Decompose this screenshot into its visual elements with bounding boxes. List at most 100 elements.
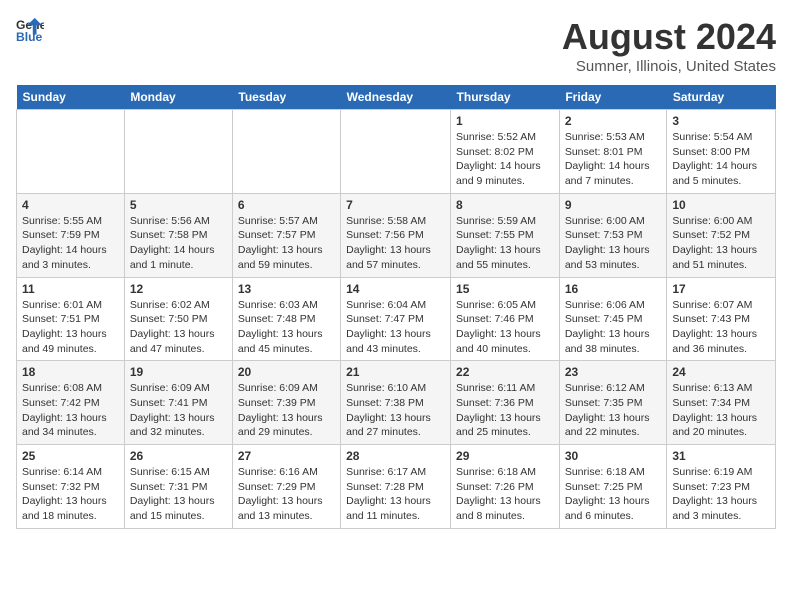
day-number: 4: [22, 198, 119, 212]
day-info: Sunrise: 6:19 AM Sunset: 7:23 PM Dayligh…: [672, 465, 770, 524]
calendar-cell: 2 Sunrise: 5:53 AM Sunset: 8:01 PM Daylig…: [559, 110, 667, 194]
day-number: 26: [130, 449, 227, 463]
calendar-cell: 7 Sunrise: 5:58 AM Sunset: 7:56 PM Daylig…: [341, 193, 451, 277]
week-row-2: 4Sunrise: 5:55 AM Sunset: 7:59 PM Daylig…: [17, 193, 776, 277]
column-header-tuesday: Tuesday: [232, 85, 340, 110]
column-header-sunday: Sunday: [17, 85, 125, 110]
day-info: Sunrise: 6:18 AM Sunset: 7:25 PM Dayligh…: [565, 465, 662, 524]
day-info: Sunrise: 6:12 AM Sunset: 7:35 PM Dayligh…: [565, 381, 662, 440]
header-row: SundayMondayTuesdayWednesdayThursdayFrid…: [17, 85, 776, 110]
column-header-thursday: Thursday: [451, 85, 560, 110]
day-info: Sunrise: 5:53 AM Sunset: 8:01 PM Dayligh…: [565, 130, 662, 189]
day-info: Sunrise: 6:02 AM Sunset: 7:50 PM Dayligh…: [130, 298, 227, 357]
calendar-cell: 31 Sunrise: 6:19 AM Sunset: 7:23 PM Dayli…: [667, 445, 776, 529]
day-number: 19: [130, 365, 227, 379]
calendar-cell: 8Sunrise: 5:59 AM Sunset: 7:55 PM Daylig…: [451, 193, 560, 277]
calendar-cell: [124, 110, 232, 194]
day-number: 25: [22, 449, 119, 463]
calendar-cell: 23 Sunrise: 6:12 AM Sunset: 7:35 PM Dayli…: [559, 361, 667, 445]
calendar-cell: 28Sunrise: 6:17 AM Sunset: 7:28 PM Dayli…: [341, 445, 451, 529]
calendar-cell: [341, 110, 451, 194]
day-number: 21: [346, 365, 445, 379]
calendar-cell: 6 Sunrise: 5:57 AM Sunset: 7:57 PM Daylig…: [232, 193, 340, 277]
calendar-cell: 21 Sunrise: 6:10 AM Sunset: 7:38 PM Dayli…: [341, 361, 451, 445]
column-header-friday: Friday: [559, 85, 667, 110]
day-number: 30: [565, 449, 662, 463]
day-info: Sunrise: 6:11 AM Sunset: 7:36 PM Dayligh…: [456, 381, 554, 440]
day-number: 6: [238, 198, 335, 212]
day-number: 5: [130, 198, 227, 212]
week-row-5: 25 Sunrise: 6:14 AM Sunset: 7:32 PM Dayli…: [17, 445, 776, 529]
subtitle: Sumner, Illinois, United States: [562, 58, 776, 75]
column-header-wednesday: Wednesday: [341, 85, 451, 110]
column-header-monday: Monday: [124, 85, 232, 110]
calendar-cell: 11Sunrise: 6:01 AM Sunset: 7:51 PM Dayli…: [17, 277, 125, 361]
calendar-cell: 13 Sunrise: 6:03 AM Sunset: 7:48 PM Dayli…: [232, 277, 340, 361]
day-info: Sunrise: 6:13 AM Sunset: 7:34 PM Dayligh…: [672, 381, 770, 440]
day-info: Sunrise: 6:15 AM Sunset: 7:31 PM Dayligh…: [130, 465, 227, 524]
svg-text:Blue: Blue: [16, 30, 43, 44]
logo: General Blue: [16, 16, 44, 44]
calendar-cell: 16Sunrise: 6:06 AM Sunset: 7:45 PM Dayli…: [559, 277, 667, 361]
day-number: 3: [672, 114, 770, 128]
calendar-cell: 15 Sunrise: 6:05 AM Sunset: 7:46 PM Dayli…: [451, 277, 560, 361]
day-info: Sunrise: 5:56 AM Sunset: 7:58 PM Dayligh…: [130, 214, 227, 273]
day-number: 31: [672, 449, 770, 463]
calendar-cell: 20 Sunrise: 6:09 AM Sunset: 7:39 PM Dayli…: [232, 361, 340, 445]
day-info: Sunrise: 6:16 AM Sunset: 7:29 PM Dayligh…: [238, 465, 335, 524]
day-number: 23: [565, 365, 662, 379]
day-number: 11: [22, 282, 119, 296]
day-info: Sunrise: 6:05 AM Sunset: 7:46 PM Dayligh…: [456, 298, 554, 357]
day-number: 24: [672, 365, 770, 379]
day-info: Sunrise: 6:09 AM Sunset: 7:41 PM Dayligh…: [130, 381, 227, 440]
day-number: 18: [22, 365, 119, 379]
day-number: 13: [238, 282, 335, 296]
day-info: Sunrise: 5:54 AM Sunset: 8:00 PM Dayligh…: [672, 130, 770, 189]
day-number: 16: [565, 282, 662, 296]
day-number: 12: [130, 282, 227, 296]
week-row-1: 1Sunrise: 5:52 AM Sunset: 8:02 PM Daylig…: [17, 110, 776, 194]
day-info: Sunrise: 5:58 AM Sunset: 7:56 PM Dayligh…: [346, 214, 445, 273]
calendar-cell: 14 Sunrise: 6:04 AM Sunset: 7:47 PM Dayli…: [341, 277, 451, 361]
title-section: August 2024 Sumner, Illinois, United Sta…: [562, 16, 776, 75]
page-header: General Blue August 2024 Sumner, Illinoi…: [16, 16, 776, 75]
day-number: 17: [672, 282, 770, 296]
calendar-cell: 5 Sunrise: 5:56 AM Sunset: 7:58 PM Daylig…: [124, 193, 232, 277]
calendar-cell: 9 Sunrise: 6:00 AM Sunset: 7:53 PM Daylig…: [559, 193, 667, 277]
day-info: Sunrise: 6:03 AM Sunset: 7:48 PM Dayligh…: [238, 298, 335, 357]
calendar-cell: 26 Sunrise: 6:15 AM Sunset: 7:31 PM Dayli…: [124, 445, 232, 529]
calendar-cell: 30 Sunrise: 6:18 AM Sunset: 7:25 PM Dayli…: [559, 445, 667, 529]
day-number: 9: [565, 198, 662, 212]
week-row-3: 11Sunrise: 6:01 AM Sunset: 7:51 PM Dayli…: [17, 277, 776, 361]
calendar-cell: [232, 110, 340, 194]
day-number: 14: [346, 282, 445, 296]
day-info: Sunrise: 6:07 AM Sunset: 7:43 PM Dayligh…: [672, 298, 770, 357]
day-number: 2: [565, 114, 662, 128]
day-number: 10: [672, 198, 770, 212]
day-info: Sunrise: 6:10 AM Sunset: 7:38 PM Dayligh…: [346, 381, 445, 440]
calendar-cell: 4Sunrise: 5:55 AM Sunset: 7:59 PM Daylig…: [17, 193, 125, 277]
week-row-4: 18 Sunrise: 6:08 AM Sunset: 7:42 PM Dayli…: [17, 361, 776, 445]
main-title: August 2024: [562, 16, 776, 58]
day-info: Sunrise: 6:04 AM Sunset: 7:47 PM Dayligh…: [346, 298, 445, 357]
day-number: 15: [456, 282, 554, 296]
day-number: 27: [238, 449, 335, 463]
calendar-cell: 12 Sunrise: 6:02 AM Sunset: 7:50 PM Dayli…: [124, 277, 232, 361]
calendar-cell: 19 Sunrise: 6:09 AM Sunset: 7:41 PM Dayli…: [124, 361, 232, 445]
day-info: Sunrise: 5:57 AM Sunset: 7:57 PM Dayligh…: [238, 214, 335, 273]
day-info: Sunrise: 6:14 AM Sunset: 7:32 PM Dayligh…: [22, 465, 119, 524]
day-info: Sunrise: 6:09 AM Sunset: 7:39 PM Dayligh…: [238, 381, 335, 440]
calendar-cell: 22Sunrise: 6:11 AM Sunset: 7:36 PM Dayli…: [451, 361, 560, 445]
calendar-cell: 10Sunrise: 6:00 AM Sunset: 7:52 PM Dayli…: [667, 193, 776, 277]
calendar-cell: 1Sunrise: 5:52 AM Sunset: 8:02 PM Daylig…: [451, 110, 560, 194]
calendar-cell: 17 Sunrise: 6:07 AM Sunset: 7:43 PM Dayli…: [667, 277, 776, 361]
calendar-cell: 29Sunrise: 6:18 AM Sunset: 7:26 PM Dayli…: [451, 445, 560, 529]
day-number: 7: [346, 198, 445, 212]
calendar-cell: 18 Sunrise: 6:08 AM Sunset: 7:42 PM Dayli…: [17, 361, 125, 445]
day-number: 1: [456, 114, 554, 128]
day-info: Sunrise: 6:00 AM Sunset: 7:53 PM Dayligh…: [565, 214, 662, 273]
day-number: 8: [456, 198, 554, 212]
day-info: Sunrise: 6:08 AM Sunset: 7:42 PM Dayligh…: [22, 381, 119, 440]
column-header-saturday: Saturday: [667, 85, 776, 110]
day-number: 20: [238, 365, 335, 379]
